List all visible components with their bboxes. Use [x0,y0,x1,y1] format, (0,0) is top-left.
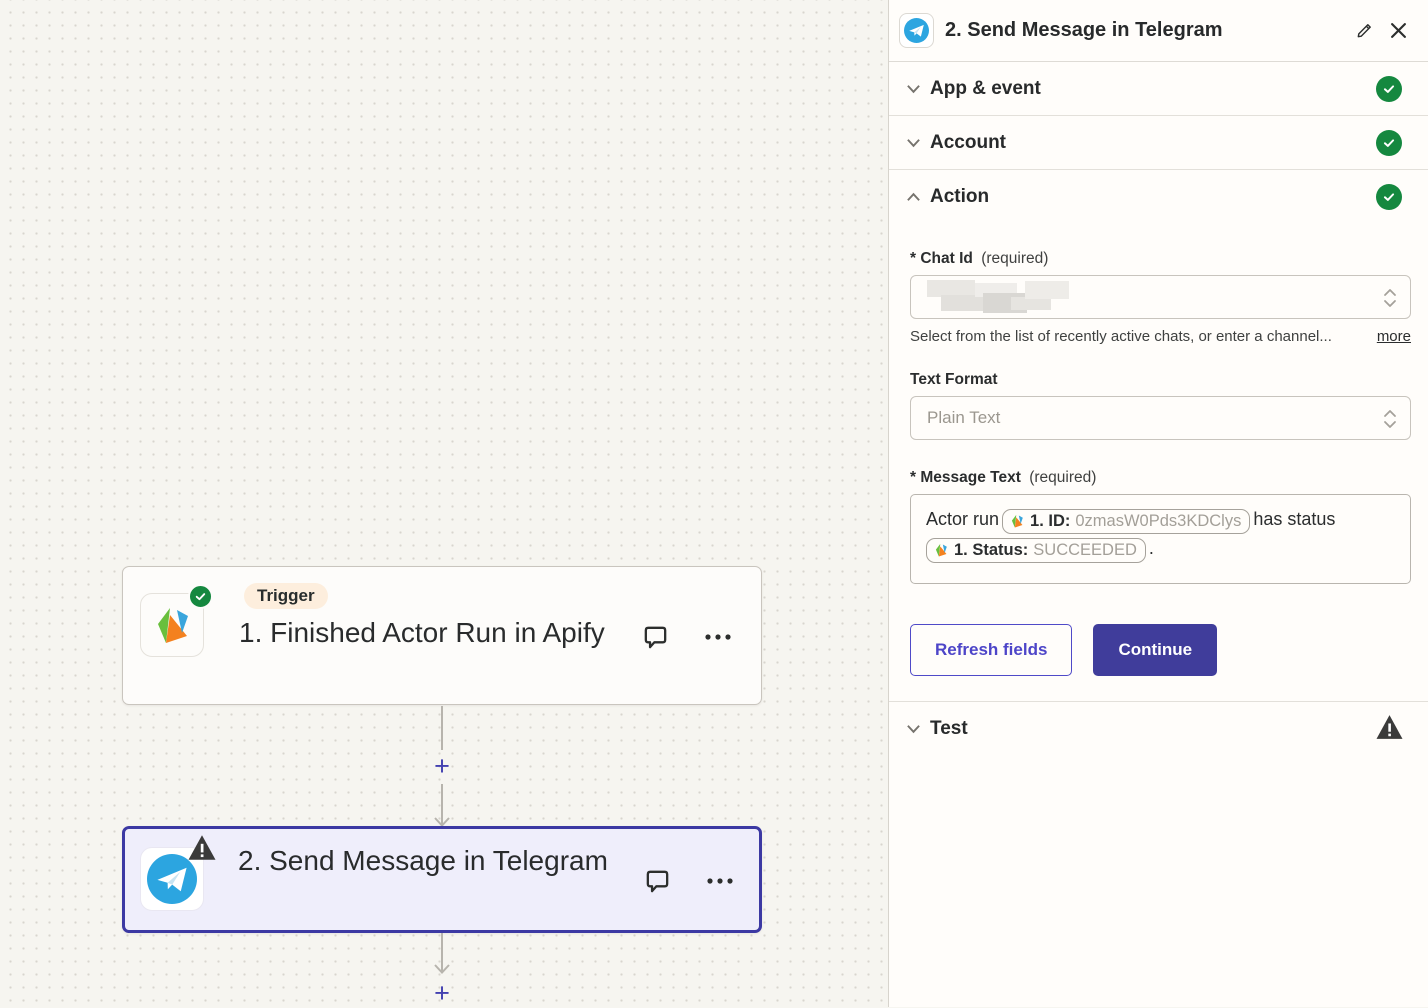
panel-header: 2. Send Message in Telegram [889,0,1428,62]
close-panel-button[interactable] [1385,18,1411,44]
chevron-up-icon [904,188,922,206]
text-format-label-row: Text Format [910,371,1411,389]
panel-title: 2. Send Message in Telegram [945,19,1343,42]
token-value: 0zmasW0Pds3KDClys [1075,507,1241,536]
pencil-icon [1355,21,1374,40]
apify-logo-icon [1009,513,1025,529]
required-note: (required) [1029,469,1096,486]
message-text-segment: has status [1253,509,1335,529]
add-step-button[interactable]: + [430,981,454,1005]
trigger-step-card[interactable]: Trigger 1. Finished Actor Run in Apify [122,566,762,705]
add-step-button[interactable]: + [430,754,454,778]
telegram-logo-icon [904,18,929,43]
add-note-button[interactable] [642,866,672,896]
step-warning-badge [187,834,217,866]
required-note: (required) [981,250,1048,267]
comment-icon [641,623,670,652]
connector-line [441,706,443,750]
select-stepper-icon [1382,409,1398,429]
section-label: App & event [930,78,1376,100]
step-success-badge [188,584,213,609]
message-text-label-row: * Message Text (required) [910,469,1411,487]
section-label: Test [930,718,1375,740]
chat-id-label: Chat Id [920,250,973,267]
chevron-down-icon [904,80,922,98]
add-note-button[interactable] [640,622,670,652]
message-text-segment: Actor run [926,509,999,529]
field-token-status[interactable]: 1. Status:SUCCEEDED [926,538,1146,563]
step-settings-panel: 2. Send Message in Telegram App & event [888,0,1428,1007]
required-marker: * [910,469,916,486]
arrow-down-icon [432,964,452,974]
message-text-segment: . [1149,538,1154,558]
ellipsis-icon [705,876,735,886]
telegram-app-icon [140,847,204,911]
section-action[interactable]: Action [889,170,1428,224]
section-label: Account [930,132,1376,154]
action-step-card[interactable]: 2. Send Message in Telegram [122,826,762,933]
section-warning-badge [1375,714,1404,745]
text-format-label: Text Format [910,371,998,388]
step-connector: + [430,933,454,1007]
action-form: * Chat Id (required) Select from the lis… [889,224,1428,676]
chat-id-helper-text: Select from the list of recently active … [910,328,1377,345]
refresh-fields-button[interactable]: Refresh fields [910,624,1072,676]
rename-step-button[interactable] [1351,18,1377,44]
text-format-select[interactable]: Plain Text [910,396,1411,440]
ellipsis-icon [703,632,733,642]
apify-logo-icon [150,603,194,647]
check-icon [1382,190,1396,204]
more-link[interactable]: more [1377,328,1411,345]
test-section-wrap: Test [889,701,1428,756]
required-marker: * [910,250,916,267]
action-step-title: 2. Send Message in Telegram [238,841,608,880]
apify-logo-icon [933,542,949,558]
comment-icon [643,867,672,896]
warning-triangle-icon [1375,714,1404,740]
field-token-id[interactable]: 1. ID:0zmasW0Pds3KDClys [1002,509,1250,534]
form-buttons: Refresh fields Continue [910,624,1411,676]
warning-triangle-icon [187,834,217,861]
token-value: SUCCEEDED [1033,536,1137,565]
step-menu-button[interactable] [705,866,735,896]
check-icon [1382,136,1396,150]
telegram-app-icon [899,13,934,48]
section-complete-badge [1376,184,1402,210]
section-label: Action [930,186,1376,208]
section-account[interactable]: Account [889,116,1428,170]
chevron-down-icon [904,134,922,152]
section-test[interactable]: Test [889,702,1428,756]
trigger-step-title: 1. Finished Actor Run in Apify [239,613,609,652]
chat-id-label-row: * Chat Id (required) [910,250,1411,268]
continue-button[interactable]: Continue [1093,624,1217,676]
apify-app-icon [140,593,204,657]
check-icon [194,590,207,603]
section-app-event[interactable]: App & event [889,62,1428,116]
chat-id-helper-row: Select from the list of recently active … [910,328,1411,345]
text-format-value: Plain Text [927,408,1000,428]
section-complete-badge [1376,130,1402,156]
token-label: 1. Status: [954,536,1028,565]
check-icon [1382,82,1396,96]
section-complete-badge [1376,76,1402,102]
select-stepper-icon [1382,288,1398,308]
token-label: 1. ID: [1030,507,1070,536]
step-connector: + [430,706,454,828]
message-text-label: Message Text [920,469,1021,486]
chevron-down-icon [904,720,922,738]
trigger-badge: Trigger [244,583,328,609]
chat-id-select[interactable] [910,275,1411,319]
message-text-editor[interactable]: Actor run1. ID:0zmasW0Pds3KDClyshas stat… [910,494,1411,584]
step-menu-button[interactable] [703,622,733,652]
redacted-value [927,277,1087,317]
close-icon [1390,22,1407,39]
